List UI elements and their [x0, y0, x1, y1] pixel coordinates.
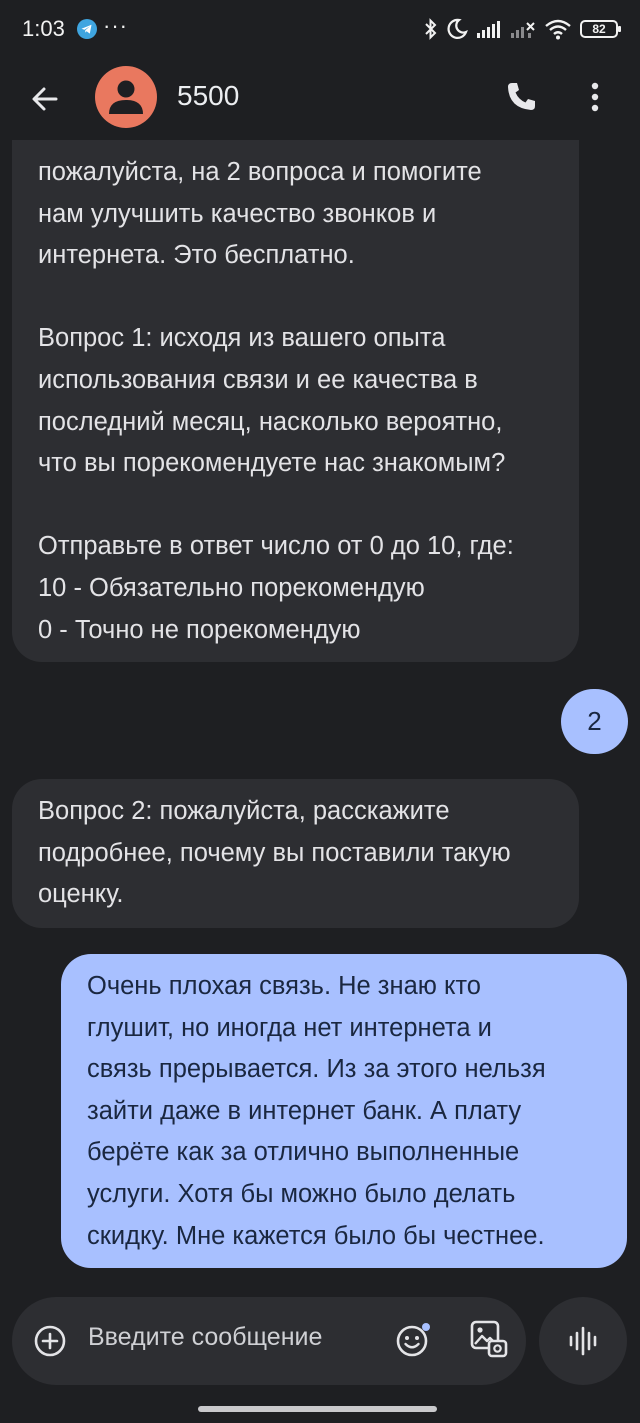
app-bar: 5500: [0, 60, 640, 140]
more-options-icon[interactable]: [580, 79, 610, 115]
message-outgoing[interactable]: 2: [561, 689, 628, 754]
more-notifications-icon: ···: [103, 13, 128, 38]
status-bar: 1:03 ··· 82: [0, 0, 640, 60]
gallery-icon[interactable]: [469, 1319, 509, 1359]
do-not-disturb-icon: [447, 18, 468, 39]
message-incoming[interactable]: пожалуйста, на 2 вопроса и помогите нам …: [12, 140, 579, 662]
voice-waveform-icon: [569, 1326, 597, 1356]
battery-icon: 82: [580, 20, 621, 38]
battery-level: 82: [592, 22, 606, 36]
signal-no-service-icon: [511, 22, 535, 38]
telegram-icon: [77, 19, 97, 39]
bluetooth-icon: [425, 18, 437, 40]
status-time: 1:03: [22, 16, 65, 41]
wifi-icon: [545, 19, 571, 40]
add-attachment-icon[interactable]: [33, 1324, 67, 1358]
back-arrow-icon[interactable]: [28, 82, 62, 116]
compose-bar: [12, 1297, 526, 1385]
contact-avatar[interactable]: [95, 66, 157, 128]
voice-message-button[interactable]: [539, 1297, 627, 1385]
message-outgoing[interactable]: Очень плохая связь. Не знаю кто глушит, …: [61, 954, 627, 1268]
person-icon: [109, 80, 143, 114]
system-status-icons: 82: [424, 15, 621, 43]
home-indicator[interactable]: [198, 1406, 437, 1412]
phone-icon[interactable]: [503, 79, 539, 115]
contact-name[interactable]: 5500: [177, 80, 239, 112]
message-incoming[interactable]: Вопрос 2: пожалуйста, расскажите подробн…: [12, 779, 579, 928]
emoji-icon[interactable]: [395, 1321, 433, 1359]
signal-icon: [477, 21, 500, 38]
message-input[interactable]: [88, 1323, 378, 1352]
